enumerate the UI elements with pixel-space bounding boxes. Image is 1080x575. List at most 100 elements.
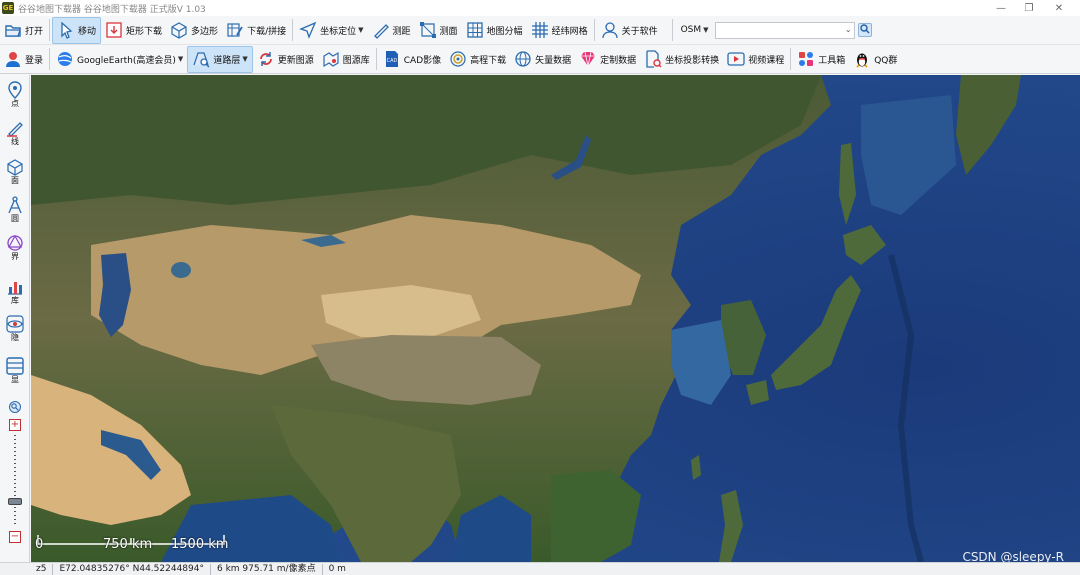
sidebar-item-hide[interactable]: 隐	[0, 315, 30, 342]
polygon-cube-icon	[170, 21, 188, 39]
video-course-button[interactable]: 视频课程	[723, 46, 788, 73]
diamond-icon	[579, 50, 597, 68]
sidebar-item-line[interactable]: 线	[0, 119, 30, 146]
projection-icon	[644, 50, 662, 68]
zoom-slider-thumb[interactable]	[8, 498, 22, 505]
sidebar-item-library[interactable]: 库	[0, 278, 30, 305]
chevron-down-icon: ▼	[703, 26, 709, 34]
secondary-toolbar: 登录 GoogleEarth(高速会员) ▼ 道路层 ▼ 更新图源 图源库 CA…	[0, 45, 1080, 74]
road-layer-icon	[192, 50, 210, 68]
graticule-button[interactable]: 经纬网格	[527, 17, 592, 44]
svg-text:CAD: CAD	[386, 58, 397, 64]
custom-data-button[interactable]: 定制数据	[575, 46, 640, 73]
graticule-label: 经纬网格	[551, 26, 588, 37]
boundary-icon	[6, 234, 24, 252]
sidebar-item-show[interactable]: 显	[0, 357, 30, 384]
separator	[790, 48, 792, 70]
about-button[interactable]: 关于软件	[597, 17, 662, 44]
elevation-download-button[interactable]: 高程下载	[445, 46, 510, 73]
source-select[interactable]: OSM ▼	[681, 25, 709, 35]
elevation-download-label: 高程下载	[470, 55, 507, 66]
road-layer-button[interactable]: 道路层 ▼	[187, 45, 253, 73]
google-earth-label: GoogleEarth(高速会员)	[77, 55, 176, 66]
measure-distance-label: 测距	[392, 26, 411, 37]
separator	[671, 19, 673, 41]
login-button[interactable]: 登录	[0, 46, 47, 73]
chevron-down-icon: ▼	[177, 55, 184, 63]
zoom-search-icon[interactable]	[9, 401, 21, 413]
sidebar-item-face[interactable]: 面	[0, 158, 30, 185]
login-label: 登录	[25, 55, 44, 66]
locate-arrow-icon	[299, 21, 317, 39]
sidebar-item-label: 库	[11, 296, 19, 305]
library-chart-icon	[6, 278, 24, 296]
vector-data-label: 矢量数据	[535, 55, 572, 66]
map-sheet-button[interactable]: 地图分幅	[462, 17, 527, 44]
zoom-out-button[interactable]: −	[9, 531, 21, 543]
measure-area-button[interactable]: 测面	[415, 17, 462, 44]
about-label: 关于软件	[621, 26, 658, 37]
window-title: 谷谷地图下载器 谷谷地图下载器 正式版V 1.03	[18, 4, 206, 15]
rect-download-label: 矩形下载	[126, 26, 163, 37]
globe-vector-icon	[514, 50, 532, 68]
open-button[interactable]: 打开	[0, 17, 47, 44]
vector-data-button[interactable]: 矢量数据	[510, 46, 575, 73]
sidebar-item-label: 界	[11, 252, 19, 261]
edit-grid-icon	[226, 21, 244, 39]
zoom-level-text: z5	[0, 563, 54, 575]
status-bar: z5 E72.04835276° N44.52244894° 6 km 975.…	[0, 562, 1080, 575]
zoom-in-button[interactable]: +	[9, 419, 21, 431]
point-marker-icon	[6, 81, 24, 99]
compass-icon	[6, 196, 24, 214]
user-icon	[4, 50, 22, 68]
chevron-down-icon: ▼	[358, 26, 364, 34]
search-icon	[859, 23, 870, 37]
separator	[375, 48, 377, 70]
sidebar-item-label: 隐	[11, 333, 19, 342]
map-view[interactable]: 0 750 km 1500 km CSDN @sleepy-R	[31, 75, 1080, 562]
qq-group-button[interactable]: QQ群	[849, 46, 901, 73]
sidebar-item-point[interactable]: 点	[0, 81, 30, 108]
line-pen-icon	[6, 119, 24, 137]
ruler-pencil-icon	[372, 21, 390, 39]
polygon-label: 多边形	[191, 26, 219, 37]
sidebar-item-label: 面	[11, 176, 19, 185]
satellite-map	[31, 75, 1080, 562]
maximize-button[interactable]: ❐	[1016, 0, 1042, 16]
area-measure-icon	[419, 21, 437, 39]
folder-open-icon	[4, 21, 22, 39]
move-button[interactable]: 移动	[52, 16, 102, 44]
sidebar-item-circle[interactable]: 圆	[0, 196, 30, 223]
toolbox-button[interactable]: 工具箱	[793, 46, 849, 73]
minimize-button[interactable]: —	[988, 0, 1014, 16]
sidebar-item-label: 线	[11, 137, 19, 146]
polygon-button[interactable]: 多边形	[166, 17, 222, 44]
polygon-face-icon	[6, 158, 24, 176]
hash-grid-icon	[531, 21, 549, 39]
update-source-button[interactable]: 更新图源	[253, 46, 318, 73]
rect-download-button[interactable]: 矩形下载	[101, 17, 166, 44]
measure-distance-button[interactable]: 测距	[368, 17, 415, 44]
cad-file-icon: CAD	[383, 50, 401, 68]
download-stitch-button[interactable]: 下载/拼接	[222, 17, 290, 44]
cad-imagery-label: CAD影像	[403, 55, 442, 66]
scale-label-750: 750 km	[103, 537, 153, 552]
zoom-slider-track[interactable]	[14, 435, 16, 527]
close-button[interactable]: ✕	[1046, 0, 1072, 16]
elevation-icon	[449, 50, 467, 68]
coordinate-locate-button[interactable]: 坐标定位 ▼	[295, 17, 367, 44]
cad-imagery-button[interactable]: CAD CAD影像	[379, 46, 445, 73]
download-stitch-label: 下载/拼接	[247, 26, 287, 37]
main-toolbar: 打开 移动 矩形下载 多边形 下载/拼接 坐标定位 ▼ 测距 测面 地图分幅 经…	[0, 16, 1080, 45]
grid-icon	[466, 21, 484, 39]
search-button[interactable]	[857, 23, 872, 37]
search-input[interactable]: ⌄	[714, 21, 855, 39]
title-bar: GE 谷谷地图下载器 谷谷地图下载器 正式版V 1.03 — ❐ ✕	[0, 0, 1080, 16]
sidebar-item-boundary[interactable]: 界	[0, 234, 30, 261]
map-resolution: 6 km 975.71 m/像素点	[211, 563, 323, 575]
map-library-button[interactable]: 图源库	[318, 46, 374, 73]
google-earth-source-button[interactable]: GoogleEarth(高速会员) ▼	[52, 46, 187, 73]
elevation-value: 0 m	[328, 563, 346, 574]
video-course-label: 视频课程	[748, 55, 785, 66]
projection-convert-button[interactable]: 坐标投影转换	[640, 46, 723, 73]
